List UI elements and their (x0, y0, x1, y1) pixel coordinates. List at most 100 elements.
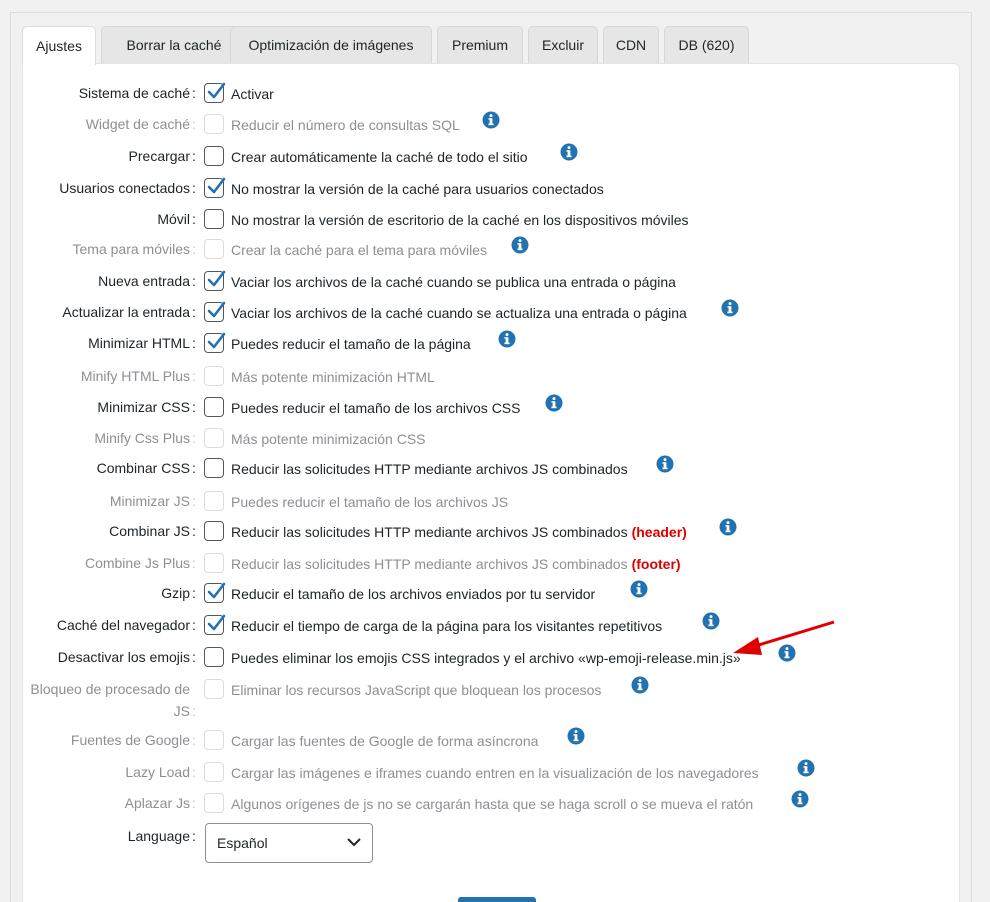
setting-row: Minimizar CSS: Puedes reducir el tamaño d… (0, 394, 960, 420)
setting-checkbox[interactable] (204, 270, 226, 291)
info-icon[interactable] (778, 644, 796, 662)
info-icon[interactable] (797, 759, 815, 777)
setting-description: Vaciar los archivos de la caché cuando s… (231, 271, 676, 293)
setting-row: Combinar CSS: Reducir las solicitudes HTT… (0, 455, 960, 481)
setting-label: Combinar JS (109, 523, 190, 539)
description-text: Puedes reducir el tamaño de la página (231, 336, 471, 352)
setting-checkbox[interactable] (204, 614, 226, 635)
info-icon[interactable] (498, 330, 516, 348)
setting-row: Minify HTML Plus: Más potente minimizació… (0, 365, 960, 389)
label-colon: : (192, 460, 196, 476)
setting-label: Nueva entrada (98, 273, 190, 289)
setting-checkbox[interactable] (204, 82, 226, 103)
save-button[interactable] (458, 897, 536, 902)
label-colon: : (192, 335, 196, 351)
tab-label: CDN (615, 37, 647, 53)
description-text: Puedes reducir el tamaño de los archivos… (231, 494, 509, 510)
setting-label: Sistema de caché (78, 85, 190, 101)
setting-checkbox (204, 239, 224, 259)
label-colon: : (192, 555, 196, 571)
setting-label: Usuarios conectados (59, 180, 190, 196)
tab-label: Optimización de imágenes (248, 37, 414, 53)
info-icon[interactable] (560, 143, 578, 161)
tab-2[interactable]: Optimización de imágenes (230, 26, 432, 63)
setting-description: Reducir las solicitudes HTTP mediante ar… (231, 521, 687, 543)
info-icon[interactable] (702, 612, 720, 630)
tab-label: Excluir (541, 37, 584, 53)
tab-1[interactable]: Borrar la caché (101, 26, 247, 63)
setting-row: Tema para móviles: Crear la caché para el… (0, 236, 960, 262)
setting-checkbox[interactable] (204, 521, 224, 541)
tab-3[interactable]: Premium (437, 26, 523, 63)
tab-label: DB (620) (678, 37, 735, 53)
info-icon[interactable] (567, 727, 585, 745)
setting-label: Bloqueo de procesado de JS (30, 681, 190, 719)
setting-label: Widget de caché (85, 116, 190, 132)
setting-label: Móvil (157, 211, 190, 227)
setting-row: Precargar: Crear automáticamente la caché… (0, 143, 960, 169)
setting-row: Fuentes de Google: Cargar las fuentes de … (0, 727, 960, 753)
tab-label: Borrar la caché (126, 37, 222, 53)
setting-row: Combine Js Plus: Reducir las solicitudes … (0, 552, 960, 576)
language-label: Language (127, 828, 190, 844)
tab-4[interactable]: Excluir (528, 26, 598, 63)
setting-checkbox[interactable] (204, 146, 224, 166)
info-icon[interactable] (631, 676, 649, 694)
setting-description: Algunos orígenes de js no se cargarán ha… (231, 793, 753, 815)
setting-row: Nueva entrada: Vaciar los archivos de la … (0, 270, 960, 294)
setting-row: Widget de caché: Reducir el número de con… (0, 111, 960, 137)
info-icon[interactable] (656, 455, 674, 473)
description-text: Reducir el tiempo de carga de la página … (231, 618, 663, 634)
setting-description: Más potente minimización CSS (231, 428, 426, 450)
info-icon[interactable] (719, 518, 737, 536)
label-colon: : (192, 85, 196, 101)
info-icon[interactable] (791, 790, 809, 808)
setting-checkbox[interactable] (204, 397, 224, 417)
description-text: Reducir el número de consultas SQL (231, 117, 460, 133)
language-select[interactable]: Español (205, 823, 373, 863)
label-colon: : (192, 585, 196, 601)
setting-description: Crear automáticamente la caché de todo e… (231, 146, 528, 168)
setting-label: Minimizar HTML (88, 335, 190, 351)
setting-checkbox (204, 730, 224, 750)
tab-label: Ajustes (36, 38, 82, 54)
label-colon: : (192, 703, 196, 719)
setting-description: Activar (231, 83, 274, 105)
tab-6[interactable]: DB (620) (664, 26, 749, 63)
info-icon[interactable] (482, 111, 500, 129)
label-colon: : (192, 180, 196, 196)
description-text: Crear automáticamente la caché de todo e… (231, 149, 528, 165)
description-text: Puedes eliminar los emojis CSS integrado… (231, 650, 741, 666)
setting-row: Lazy Load: Cargar las imágenes e iframes … (0, 759, 960, 785)
setting-checkbox (204, 114, 224, 134)
description-text: Cargar las imágenes e iframes cuando ent… (231, 765, 759, 781)
label-colon: : (192, 617, 196, 633)
setting-row: Aplazar Js: Algunos orígenes de js no se … (0, 790, 960, 816)
setting-description: Crear la caché para el tema para móviles (231, 239, 487, 261)
setting-checkbox[interactable] (204, 647, 224, 667)
tab-0[interactable]: Ajustes (22, 26, 96, 65)
setting-description: Puedes reducir el tamaño de los archivos… (231, 491, 508, 513)
setting-checkbox[interactable] (204, 332, 226, 353)
setting-checkbox[interactable] (204, 582, 226, 603)
label-colon: : (192, 649, 196, 665)
description-text: Reducir las solicitudes HTTP mediante ar… (231, 556, 628, 572)
setting-checkbox (204, 553, 224, 573)
info-icon[interactable] (511, 236, 529, 254)
info-icon[interactable] (630, 580, 648, 598)
setting-checkbox (204, 366, 224, 386)
setting-label: Precargar (128, 148, 190, 164)
info-icon[interactable] (721, 299, 739, 317)
setting-checkbox[interactable] (204, 301, 226, 322)
setting-description: Reducir las solicitudes HTTP mediante ar… (231, 458, 628, 480)
tab-5[interactable]: CDN (603, 26, 659, 63)
setting-checkbox[interactable] (204, 458, 224, 478)
setting-label: Minify Css Plus (94, 430, 190, 446)
setting-description: Reducir el tiempo de carga de la página … (231, 615, 662, 637)
setting-checkbox[interactable] (204, 177, 226, 198)
setting-checkbox[interactable] (204, 209, 224, 229)
description-text: Crear la caché para el tema para móviles (231, 242, 488, 258)
setting-row: Gzip: Reducir el tamaño de los archivos e… (0, 580, 960, 606)
info-icon[interactable] (545, 394, 563, 412)
setting-description: No mostrar la versión de la caché para u… (231, 178, 604, 200)
